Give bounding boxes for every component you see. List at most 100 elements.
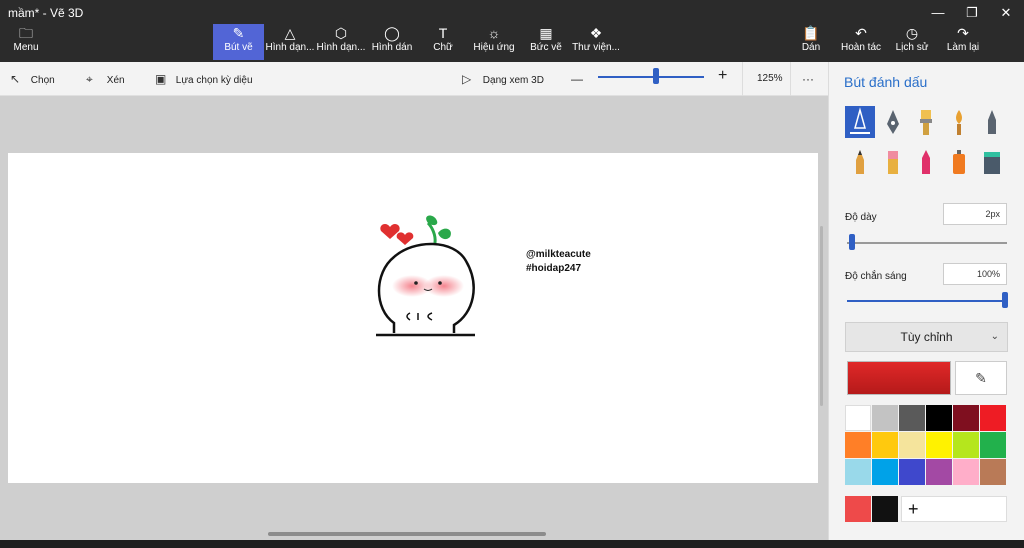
title-bar: mầm* - Vẽ 3D — ❐ ✕ 🗀 Menu ✎ Bút vẽ △ Hìn… bbox=[0, 0, 1024, 62]
drawing-canvas[interactable]: @milkteacute #hoidap247 bbox=[8, 153, 818, 483]
close-icon[interactable]: ✕ bbox=[990, 2, 1022, 24]
tab-3d-shapes[interactable]: ⬡ Hình dạn... bbox=[316, 24, 366, 60]
zoom-in-button[interactable]: + bbox=[718, 68, 727, 84]
workspace: @milkteacute #hoidap247 bbox=[0, 96, 828, 548]
3d-shapes-icon: ⬡ bbox=[334, 25, 348, 41]
taskbar-edge bbox=[0, 540, 1024, 548]
thickness-input[interactable]: 2px bbox=[943, 203, 1007, 225]
spray-can-icon bbox=[953, 150, 965, 174]
toolbar-divider bbox=[790, 62, 791, 96]
vertical-scrollbar[interactable] bbox=[820, 226, 823, 406]
palette-swatch[interactable] bbox=[899, 459, 925, 485]
3d-view-icon: ▷ bbox=[462, 72, 472, 86]
canvas-icon: ▦ bbox=[539, 25, 553, 41]
palette-swatch[interactable] bbox=[953, 432, 979, 458]
current-color-swatch[interactable] bbox=[847, 361, 951, 395]
horizontal-scrollbar[interactable] bbox=[268, 532, 546, 536]
brush-calligraphy-pen[interactable] bbox=[878, 106, 908, 138]
add-color-button[interactable]: + bbox=[901, 496, 1007, 522]
tab-brushes[interactable]: ✎ Bút vẽ bbox=[213, 24, 264, 60]
tab-3d-library[interactable]: ❖ Thư viện... bbox=[572, 24, 620, 60]
palette-swatch[interactable] bbox=[926, 459, 952, 485]
maximize-icon[interactable]: ❐ bbox=[956, 2, 988, 24]
palette-swatch[interactable] bbox=[980, 405, 1006, 431]
palette-swatch[interactable] bbox=[899, 405, 925, 431]
palette-swatch[interactable] bbox=[845, 405, 871, 431]
toolbar-divider bbox=[742, 62, 743, 96]
thickness-slider-track[interactable] bbox=[847, 242, 1007, 244]
brush-spray-can[interactable] bbox=[944, 146, 974, 178]
tab-text[interactable]: T Chữ bbox=[425, 24, 461, 60]
watercolor-icon bbox=[956, 110, 962, 135]
select-button[interactable]: ↖ Chọn bbox=[10, 71, 55, 87]
zoom-slider-track[interactable] bbox=[598, 76, 704, 78]
redo-button[interactable]: ↷ Làm lại bbox=[944, 24, 982, 60]
palette-swatch[interactable] bbox=[872, 432, 898, 458]
brush-oil[interactable] bbox=[911, 106, 941, 138]
brush-eraser[interactable] bbox=[878, 146, 908, 178]
stickers-icon: ◯ bbox=[384, 25, 400, 41]
cursor-icon: ↖ bbox=[10, 72, 21, 86]
palette-swatch[interactable] bbox=[899, 432, 925, 458]
thickness-slider-thumb[interactable] bbox=[849, 234, 856, 250]
watermark-line2: #hoidap247 bbox=[526, 263, 582, 274]
eyedropper-button[interactable]: ✎ bbox=[955, 361, 1007, 395]
panel-title: Bút đánh dấu bbox=[844, 74, 928, 90]
palette-swatch[interactable] bbox=[953, 405, 979, 431]
eyedropper-icon: ✎ bbox=[975, 370, 987, 386]
recent-color-swatch[interactable] bbox=[845, 496, 871, 522]
crayon-icon bbox=[922, 150, 930, 174]
opacity-slider-thumb[interactable] bbox=[1002, 292, 1008, 308]
magic-select-button[interactable]: ▣ Lựa chọn kỳ diệu bbox=[155, 71, 253, 87]
palette-swatch[interactable] bbox=[845, 432, 871, 458]
opacity-label: Độ chắn sáng bbox=[845, 271, 907, 282]
brush-watercolor[interactable] bbox=[944, 106, 974, 138]
recent-color-swatch[interactable] bbox=[872, 496, 898, 522]
palette-swatch[interactable] bbox=[926, 405, 952, 431]
palette-swatch[interactable] bbox=[872, 459, 898, 485]
library-icon: ❖ bbox=[589, 25, 603, 41]
secondary-toolbar: ↖ Chọn ⌖ Xén ▣ Lựa chọn kỳ diệu ▷ Dạng x… bbox=[0, 62, 828, 96]
crop-button[interactable]: ⌖ Xén bbox=[86, 71, 125, 87]
brush-pixel-pen[interactable] bbox=[977, 106, 1007, 138]
opacity-slider-track[interactable] bbox=[847, 300, 1007, 302]
brush-pencil[interactable] bbox=[845, 146, 875, 178]
oil-brush-icon bbox=[920, 110, 932, 135]
history-icon: ◷ bbox=[905, 25, 919, 41]
crop-icon: ⌖ bbox=[86, 72, 93, 86]
opacity-input[interactable]: 100% bbox=[943, 263, 1007, 285]
preset-dropdown[interactable]: Tùy chỉnh ⌄ bbox=[845, 322, 1008, 352]
palette-swatch[interactable] bbox=[980, 432, 1006, 458]
undo-button[interactable]: ↶ Hoàn tác bbox=[838, 24, 884, 60]
more-button[interactable]: ··· bbox=[802, 71, 814, 87]
palette-swatch[interactable] bbox=[845, 459, 871, 485]
undo-icon: ↶ bbox=[855, 25, 867, 41]
fill-bucket-icon bbox=[984, 152, 1000, 174]
zoom-slider-thumb[interactable] bbox=[653, 68, 660, 84]
menu-button[interactable]: 🗀 Menu bbox=[6, 24, 46, 60]
sprout-drawing bbox=[376, 215, 475, 337]
history-button[interactable]: ◷ Lịch sử bbox=[892, 24, 932, 60]
brush-crayon[interactable] bbox=[911, 146, 941, 178]
palette-swatch[interactable] bbox=[926, 432, 952, 458]
zoom-out-button[interactable]: — bbox=[571, 71, 583, 87]
pixel-pen-icon bbox=[988, 110, 996, 134]
tab-canvas[interactable]: ▦ Bức vẽ bbox=[526, 24, 566, 60]
tab-2d-shapes[interactable]: △ Hình dạn... bbox=[265, 24, 315, 60]
marker-icon bbox=[850, 107, 870, 134]
folder-icon: 🗀 bbox=[19, 25, 33, 41]
tab-stickers[interactable]: ◯ Hình dán bbox=[368, 24, 416, 60]
minimize-icon[interactable]: — bbox=[922, 2, 954, 24]
palette-swatch[interactable] bbox=[953, 459, 979, 485]
thickness-label: Độ dày bbox=[845, 212, 877, 223]
palette-swatch[interactable] bbox=[980, 459, 1006, 485]
magic-select-icon: ▣ bbox=[155, 72, 167, 86]
redo-icon: ↷ bbox=[957, 25, 969, 41]
tab-effects[interactable]: ☼ Hiệu ứng bbox=[470, 24, 518, 60]
brush-marker[interactable] bbox=[845, 106, 875, 138]
palette-swatch[interactable] bbox=[872, 405, 898, 431]
brush-fill[interactable] bbox=[977, 146, 1007, 178]
brush-icon: ✎ bbox=[232, 25, 245, 41]
paste-button[interactable]: 📋 Dán bbox=[796, 24, 826, 60]
3d-view-button[interactable]: ▷ Dạng xem 3D bbox=[462, 71, 544, 87]
